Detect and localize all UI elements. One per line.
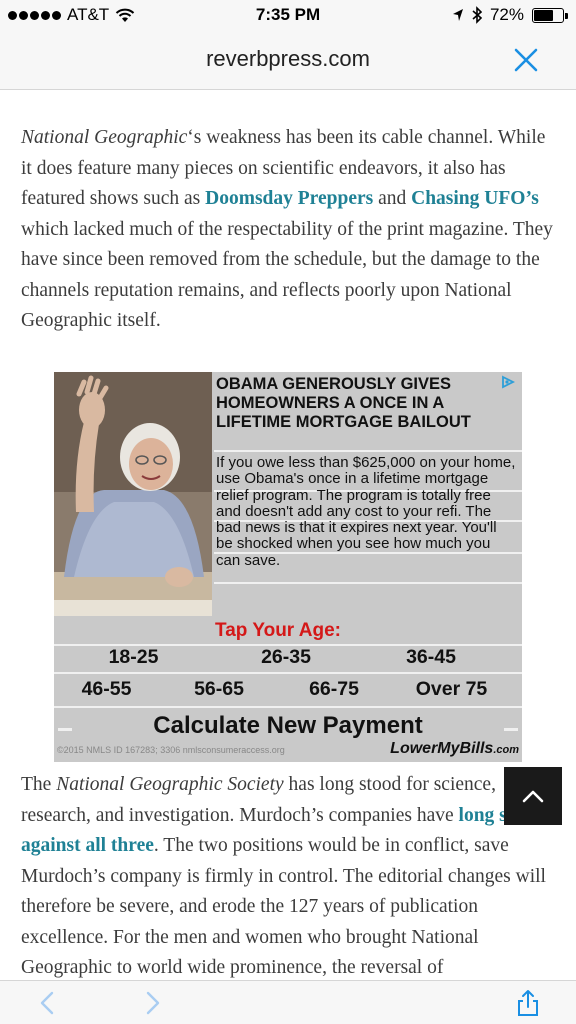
status-right: 72%: [452, 5, 568, 25]
address-bar: reverbpress.com: [0, 32, 576, 90]
ad-choices-icon[interactable]: [500, 375, 516, 389]
age-option-button[interactable]: 66-75: [279, 678, 389, 701]
article-paragraph: The National Geographic Society has long…: [21, 770, 551, 980]
italic-text: National Geographic Society: [56, 774, 284, 795]
paragraph-text: The: [21, 774, 57, 795]
bottom-toolbar: [0, 980, 576, 1024]
age-option-button[interactable]: 56-65: [159, 678, 279, 701]
ad-divider: [214, 582, 522, 584]
scroll-to-top-button[interactable]: [504, 767, 562, 825]
ad-headline: OBAMA GENEROUSLY GIVES HOMEOWNERS A ONCE…: [216, 375, 471, 431]
link-doomsday-preppers[interactable]: Doomsday Preppers: [205, 188, 373, 209]
page-domain[interactable]: reverbpress.com: [0, 46, 576, 72]
ad-divider: [504, 728, 518, 731]
paragraph-text: . The two positions would be in conflict…: [21, 835, 546, 978]
ad-brand-suffix: .com: [493, 744, 519, 756]
forward-icon[interactable]: [138, 989, 166, 1017]
age-option-button[interactable]: 46-55: [54, 678, 159, 701]
ad-disclaimer: ©2015 NMLS ID 167283; 3306 nmlsconsumera…: [57, 745, 285, 755]
location-arrow-icon: [452, 9, 463, 21]
bluetooth-icon: [472, 6, 482, 24]
italic-text: National Geographic: [21, 127, 188, 148]
link-chasing-ufos[interactable]: Chasing UFO’s: [411, 188, 539, 209]
ad-divider: [214, 450, 522, 452]
age-option-button[interactable]: 36-45: [361, 646, 501, 669]
ad-brand-logo: LowerMyBills.com: [390, 740, 519, 758]
paragraph-text: which lacked much of the respectability …: [21, 218, 553, 332]
article-paragraph: National Geographic‘s weakness has been …: [21, 123, 561, 337]
ad-divider: [54, 706, 522, 708]
article-content: National Geographic‘s weakness has been …: [0, 90, 576, 980]
close-icon[interactable]: [512, 46, 540, 74]
paragraph-text: and: [373, 188, 412, 209]
ad-divider: [54, 672, 522, 674]
age-row: 18-25 26-35 36-45: [54, 646, 522, 669]
ad-age-title: Tap Your Age:: [215, 620, 341, 641]
age-row: 46-55 56-65 66-75 Over 75: [54, 678, 522, 701]
ad-body-text: If you owe less than $625,000 on your ho…: [216, 454, 516, 569]
calculate-payment-button[interactable]: Calculate New Payment: [54, 712, 522, 740]
share-icon[interactable]: [514, 989, 542, 1017]
elderly-woman-photo: [54, 372, 212, 616]
age-option-button[interactable]: 18-25: [56, 646, 211, 669]
ad-brand-name: LowerMyBills: [390, 740, 494, 757]
advertisement[interactable]: OBAMA GENEROUSLY GIVES HOMEOWNERS A ONCE…: [54, 372, 522, 762]
status-bar: AT&T 7:35 PM 72%: [0, 0, 576, 32]
back-icon[interactable]: [34, 989, 62, 1017]
battery-icon: [532, 7, 568, 23]
age-option-button[interactable]: 26-35: [211, 646, 361, 669]
battery-percent: 72%: [489, 5, 524, 24]
chevron-up-icon: [522, 790, 544, 803]
age-option-button[interactable]: Over 75: [389, 678, 514, 701]
